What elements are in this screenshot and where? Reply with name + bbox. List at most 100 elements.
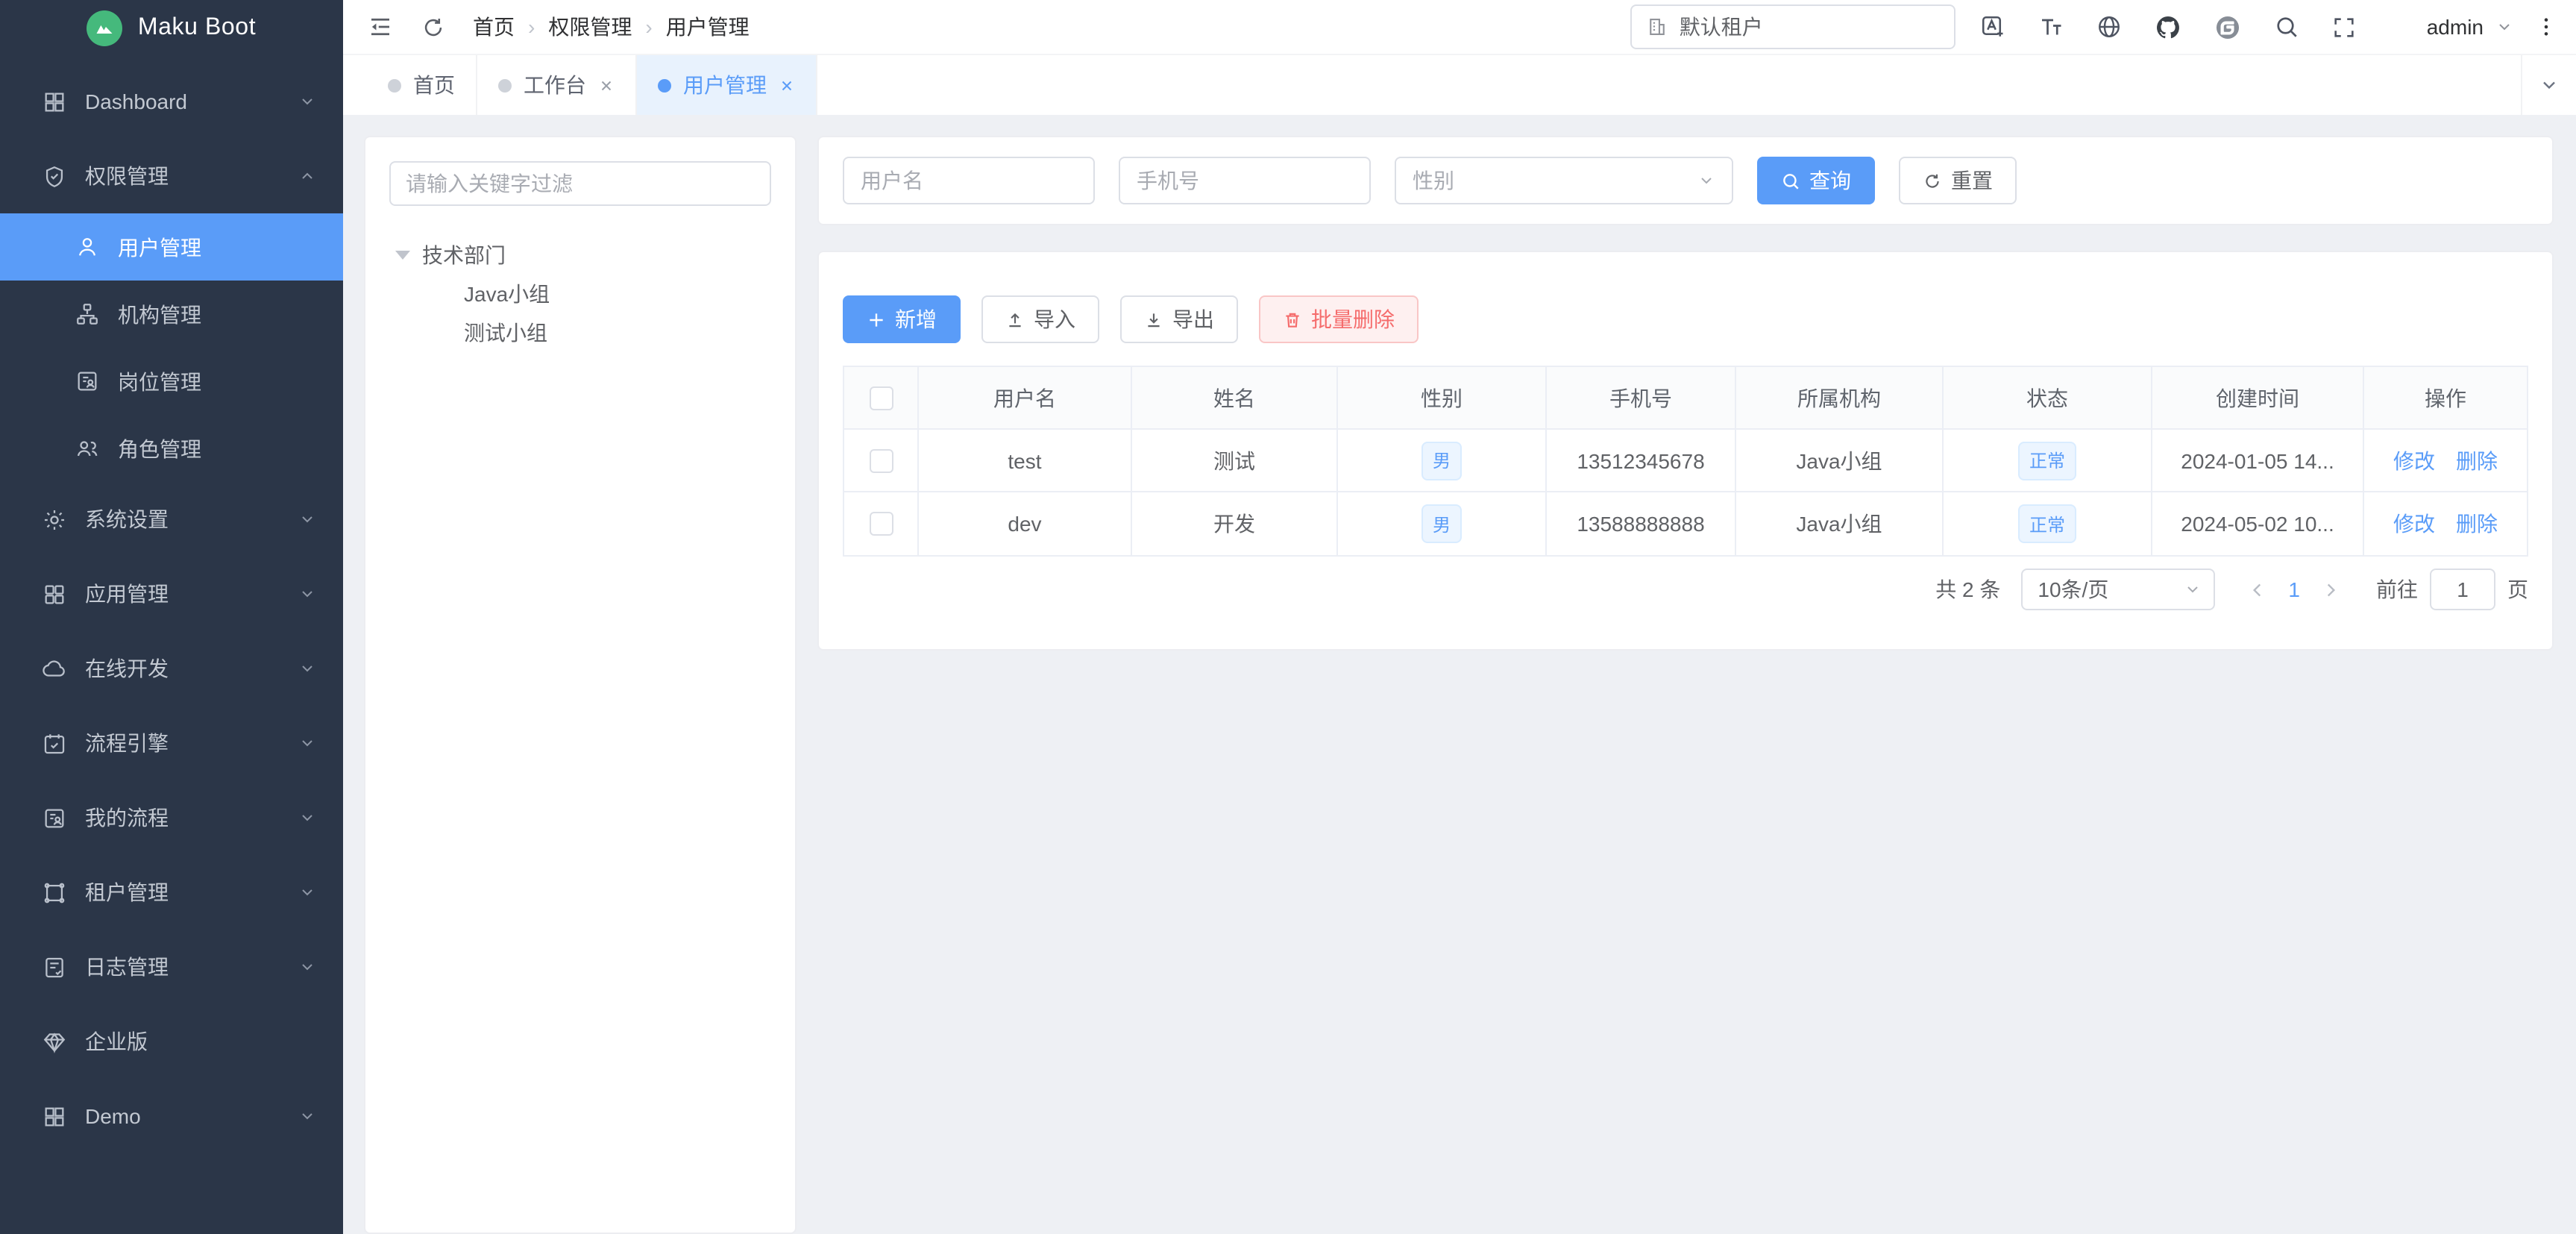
refresh-icon[interactable] xyxy=(421,14,446,40)
tab-dot xyxy=(658,78,671,92)
plus-icon xyxy=(867,310,886,329)
chevron-down-icon xyxy=(298,809,316,827)
gender-tag: 男 xyxy=(1421,441,1462,480)
sidebar-item-role-mgmt[interactable]: 角色管理 xyxy=(0,415,343,482)
row-checkbox[interactable] xyxy=(869,512,893,536)
tab-label: 首页 xyxy=(413,70,455,100)
batch-delete-button[interactable]: 批量删除 xyxy=(1259,295,1419,343)
sidebar-item-label: 日志管理 xyxy=(85,952,169,982)
cell-gender: 男 xyxy=(1338,430,1547,492)
row-select-cell xyxy=(844,492,919,555)
edit-link[interactable]: 修改 xyxy=(2393,509,2435,539)
mobile-input[interactable] xyxy=(1137,169,1353,192)
app-logo: Maku Boot xyxy=(0,0,343,57)
sidebar-item-demo[interactable]: Demo xyxy=(0,1079,343,1153)
export-label: 导出 xyxy=(1172,304,1214,334)
select-all-checkbox[interactable] xyxy=(869,386,893,410)
sidebar-item-org-mgmt[interactable]: 机构管理 xyxy=(0,281,343,348)
breadcrumb-separator: › xyxy=(645,15,652,39)
import-button[interactable]: 导入 xyxy=(981,295,1099,343)
tree-filter-input[interactable] xyxy=(389,161,771,206)
tab-workbench[interactable]: 工作台 xyxy=(477,55,637,115)
sidebar-item-permission[interactable]: 权限管理 xyxy=(0,139,343,213)
cell-mobile: 13512345678 xyxy=(1547,430,1736,492)
breadcrumb-permission[interactable]: 权限管理 xyxy=(548,12,632,42)
fullscreen-icon[interactable] xyxy=(2331,14,2357,40)
chevron-down-icon xyxy=(298,93,316,110)
sidebar-item-log-mgmt[interactable]: 日志管理 xyxy=(0,930,343,1004)
delete-link[interactable]: 删除 xyxy=(2456,445,2498,475)
breadcrumb-home[interactable]: 首页 xyxy=(473,12,515,42)
chevron-down-icon xyxy=(2184,580,2202,598)
shield-check-icon xyxy=(42,163,67,189)
sidebar-item-system-settings[interactable]: 系统设置 xyxy=(0,482,343,557)
tab-home[interactable]: 首页 xyxy=(367,55,477,115)
app-window: Maku Boot Dashboard 权限管理 用户管理 机构管理 xyxy=(0,0,2576,1234)
breadcrumb-user-mgmt[interactable]: 用户管理 xyxy=(666,12,750,42)
tree-node-java[interactable]: Java小组 xyxy=(389,275,771,313)
tab-options-dropdown[interactable] xyxy=(2521,55,2576,115)
sidebar-item-label: Dashboard xyxy=(85,90,187,113)
page-size-select[interactable]: 10条/页 xyxy=(2021,569,2215,610)
tree-node-test[interactable]: 测试小组 xyxy=(389,313,771,352)
gender-select[interactable]: 性别 xyxy=(1395,157,1733,204)
sidebar-item-label: 应用管理 xyxy=(85,579,169,609)
sidebar: Maku Boot Dashboard 权限管理 用户管理 机构管理 xyxy=(0,0,343,1234)
sidebar-item-post-mgmt[interactable]: 岗位管理 xyxy=(0,348,343,415)
close-icon[interactable] xyxy=(779,77,795,93)
caret-down-icon[interactable] xyxy=(395,251,410,260)
cloud-icon xyxy=(42,656,67,681)
edit-link[interactable]: 修改 xyxy=(2393,445,2435,475)
query-button[interactable]: 查询 xyxy=(1757,157,1875,204)
sidebar-item-my-flows[interactable]: 我的流程 xyxy=(0,780,343,855)
column-header: 所属机构 xyxy=(1736,367,1944,430)
sidebar-item-label: 系统设置 xyxy=(85,504,169,534)
github-icon[interactable] xyxy=(2154,13,2182,41)
sidebar-item-workflow-engine[interactable]: 流程引擎 xyxy=(0,706,343,780)
content-area: 技术部门 Java小组 测试小组 xyxy=(343,115,2576,1234)
reset-button[interactable]: 重置 xyxy=(1899,157,2017,204)
sidebar-item-dashboard[interactable]: Dashboard xyxy=(0,64,343,139)
sidebar-item-tenant-mgmt[interactable]: 租户管理 xyxy=(0,855,343,930)
download-icon xyxy=(1144,310,1163,329)
card-user-icon xyxy=(42,805,67,830)
row-checkbox[interactable] xyxy=(869,448,893,472)
column-header: 创建时间 xyxy=(2152,367,2364,430)
globe-icon[interactable] xyxy=(2096,13,2123,40)
cell-status: 正常 xyxy=(1944,430,2152,492)
cell-created: 2024-01-05 14... xyxy=(2152,430,2364,492)
tab-label: 工作台 xyxy=(524,70,586,100)
sidebar-item-online-dev[interactable]: 在线开发 xyxy=(0,631,343,706)
prev-page-icon[interactable] xyxy=(2248,580,2267,599)
page-number[interactable]: 1 xyxy=(2288,577,2300,601)
sidebar-item-label: 我的流程 xyxy=(85,803,169,833)
building-icon xyxy=(1647,16,1668,37)
translate-icon[interactable] xyxy=(1979,13,2006,40)
sidebar-item-user-mgmt[interactable]: 用户管理 xyxy=(0,213,343,281)
gitee-icon[interactable] xyxy=(2214,13,2242,41)
column-header: 用户名 xyxy=(919,367,1132,430)
next-page-icon[interactable] xyxy=(2321,580,2340,599)
tree-node-label: Java小组 xyxy=(464,279,550,309)
page-unit-label: 页 xyxy=(2507,574,2528,604)
sidebar-item-app-mgmt[interactable]: 应用管理 xyxy=(0,557,343,631)
font-size-icon[interactable] xyxy=(2038,13,2064,40)
sidebar-menu: Dashboard 权限管理 用户管理 机构管理 岗位管理 xyxy=(0,57,343,1153)
tab-user-mgmt[interactable]: 用户管理 xyxy=(637,55,817,115)
cell-username: dev xyxy=(919,492,1132,555)
close-icon[interactable] xyxy=(598,77,615,93)
add-button[interactable]: 新增 xyxy=(843,295,961,343)
export-button[interactable]: 导出 xyxy=(1120,295,1238,343)
pagination: 共 2 条 10条/页 1 前往 页 xyxy=(1935,569,2528,610)
username-input[interactable] xyxy=(861,169,1077,192)
user-menu[interactable]: admin xyxy=(2375,7,2513,47)
search-icon[interactable] xyxy=(2273,13,2300,40)
settings-dots-icon[interactable] xyxy=(2534,15,2558,39)
tree-node-root[interactable]: 技术部门 xyxy=(389,236,771,275)
apps-icon xyxy=(42,581,67,607)
delete-link[interactable]: 删除 xyxy=(2456,509,2498,539)
tenant-select[interactable]: 默认租户 xyxy=(1630,4,1955,49)
menu-collapse-icon[interactable] xyxy=(367,13,394,40)
goto-page-input[interactable] xyxy=(2430,569,2495,610)
sidebar-item-enterprise[interactable]: 企业版 xyxy=(0,1004,343,1079)
